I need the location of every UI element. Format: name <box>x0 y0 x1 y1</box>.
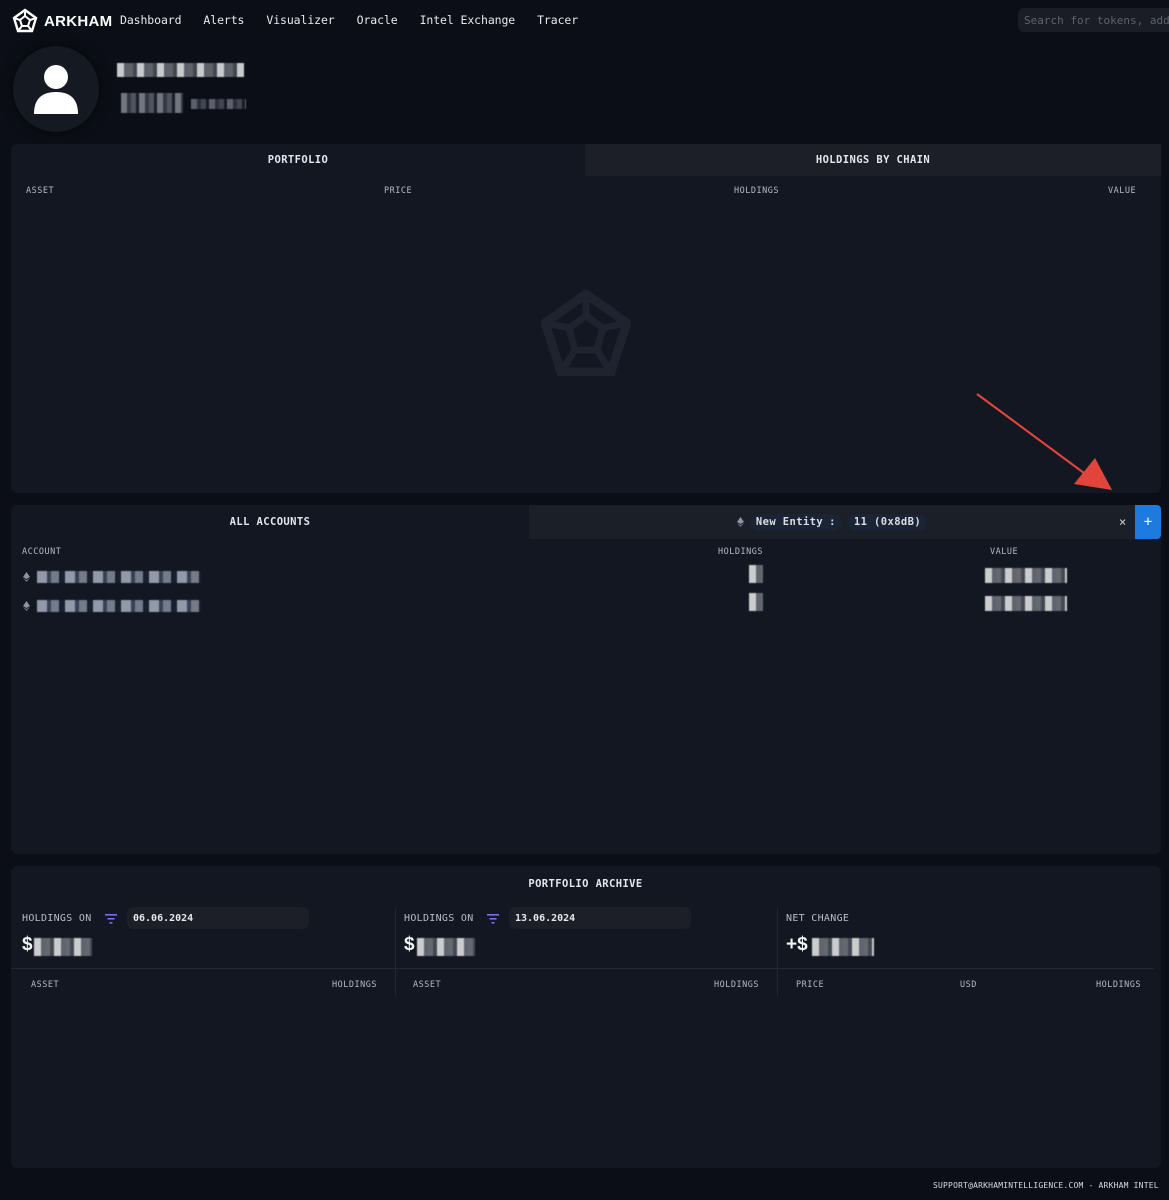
date-picker-start[interactable]: 06.06.2024 <box>127 907 309 929</box>
col-price[interactable]: PRICE <box>796 980 824 990</box>
accounts-tabs: ALL ACCOUNTS New Entity: 11 (0x8dB) <box>11 505 1135 539</box>
redacted-account-address[interactable] <box>37 571 201 583</box>
col-usd[interactable]: USD <box>960 980 977 990</box>
portfolio-archive-panel: PORTFOLIO ARCHIVE HOLDINGS ON 06.06.2024… <box>11 866 1161 1168</box>
nav-intel-exchange[interactable]: Intel Exchange <box>420 13 516 27</box>
portfolio-tabs: PORTFOLIO HOLDINGS BY CHAIN <box>11 144 1161 176</box>
holdings-on-label: HOLDINGS ON <box>404 913 474 924</box>
col-account-value[interactable]: VALUE <box>990 547 1018 557</box>
divider <box>777 908 778 996</box>
close-icon[interactable]: × <box>1119 515 1126 529</box>
col-holdings[interactable]: HOLDINGS <box>734 186 779 196</box>
col-holdings[interactable]: HOLDINGS <box>714 980 759 990</box>
arkham-logo-icon <box>12 8 38 33</box>
tab-entity[interactable]: New Entity: 11 (0x8dB) <box>529 505 1135 539</box>
ethereum-icon <box>23 572 30 582</box>
nav-oracle[interactable]: Oracle <box>357 13 398 27</box>
redacted-total <box>417 938 475 956</box>
entity-address-pill[interactable]: 11 (0x8dB) <box>847 513 928 531</box>
nav-alerts[interactable]: Alerts <box>203 13 244 27</box>
divider <box>11 968 1154 969</box>
redacted-entity-address <box>121 93 183 113</box>
nav-tracer[interactable]: Tracer <box>537 13 578 27</box>
accounts-panel: ALL ACCOUNTS New Entity: 11 (0x8dB) ACCO… <box>11 505 1161 854</box>
date-picker-end[interactable]: 13.06.2024 <box>509 907 691 929</box>
tab-all-accounts[interactable]: ALL ACCOUNTS <box>11 505 529 539</box>
currency-symbol: $ <box>404 934 415 955</box>
col-value[interactable]: VALUE <box>1108 186 1136 196</box>
tab-holdings-by-chain[interactable]: HOLDINGS BY CHAIN <box>585 144 1161 176</box>
filter-icon[interactable] <box>487 914 499 924</box>
entity-name-pill[interactable]: New Entity: <box>749 513 842 531</box>
currency-symbol: $ <box>22 934 33 955</box>
col-holdings[interactable]: HOLDINGS <box>332 980 377 990</box>
archive-title: PORTFOLIO ARCHIVE <box>528 878 643 890</box>
col-asset[interactable]: ASSET <box>26 186 54 196</box>
redacted-holdings <box>749 565 763 583</box>
divider <box>395 908 396 996</box>
col-account-holdings[interactable]: HOLDINGS <box>718 547 763 557</box>
redacted-value <box>985 568 1067 583</box>
holdings-on-label: HOLDINGS ON <box>22 913 92 924</box>
user-icon <box>34 65 78 114</box>
empty-state-logo-icon <box>541 290 631 376</box>
entity-separator: : <box>829 516 836 528</box>
net-change-label: NET CHANGE <box>786 913 850 924</box>
redacted-total <box>34 938 92 956</box>
redacted-entity-address-tail <box>191 99 246 109</box>
search-input[interactable] <box>1018 8 1169 32</box>
currency-symbol: +$ <box>786 934 808 955</box>
nav-visualizer[interactable]: Visualizer <box>266 13 334 27</box>
col-asset[interactable]: ASSET <box>413 980 441 990</box>
col-holdings[interactable]: HOLDINGS <box>1096 980 1141 990</box>
footer-text[interactable]: SUPPORT@ARKHAMINTELLIGENCE.COM - ARKHAM … <box>933 1181 1159 1190</box>
col-asset[interactable]: ASSET <box>31 980 59 990</box>
ethereum-icon <box>736 517 744 527</box>
tab-portfolio[interactable]: PORTFOLIO <box>11 144 585 176</box>
annotation-arrow-icon <box>976 393 1112 490</box>
entity-name: New Entity <box>755 516 824 528</box>
filter-icon[interactable] <box>105 914 117 924</box>
add-entity-button[interactable]: + <box>1135 505 1161 539</box>
brand-logo[interactable]: ARKHAM <box>12 8 112 34</box>
ethereum-icon <box>23 601 30 611</box>
redacted-value <box>985 596 1067 611</box>
brand-name: ARKHAM <box>44 12 113 30</box>
redacted-net-change <box>812 938 874 956</box>
redacted-entity-name <box>117 63 244 77</box>
avatar <box>13 46 99 132</box>
col-account[interactable]: ACCOUNT <box>22 547 61 557</box>
redacted-account-address[interactable] <box>37 600 201 612</box>
nav-dashboard[interactable]: Dashboard <box>120 13 182 27</box>
nav-links: Dashboard Alerts Visualizer Oracle Intel… <box>120 13 600 27</box>
top-nav: ARKHAM Dashboard Alerts Visualizer Oracl… <box>0 0 1169 40</box>
col-price[interactable]: PRICE <box>384 186 412 196</box>
redacted-holdings <box>749 593 763 611</box>
